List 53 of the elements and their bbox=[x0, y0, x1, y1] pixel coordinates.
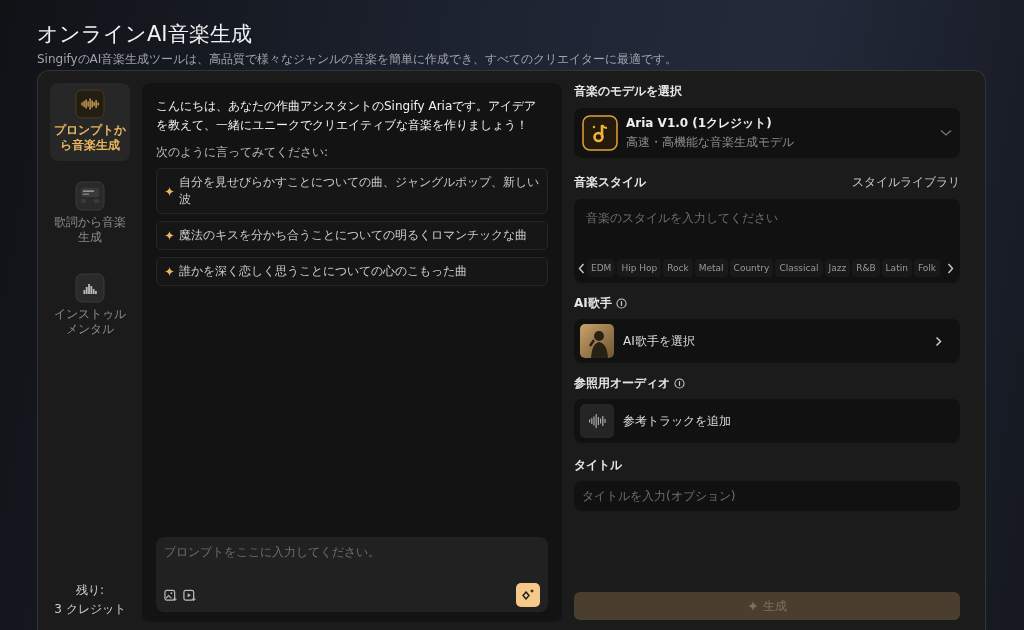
suggestion-chip[interactable]: 自分を見せびらかすことについての曲、ジャングルポップ、新しい波 bbox=[156, 168, 548, 215]
model-select[interactable]: Aria V1.0 (1クレジット) 高速・高機能な音楽生成モデル bbox=[574, 108, 960, 158]
prompt-input[interactable]: プロンプトをここに入力してください。 bbox=[164, 545, 540, 559]
mode-tab[interactable]: 歌詞から音楽生成 bbox=[50, 175, 130, 253]
genre-chip[interactable]: Folk bbox=[913, 259, 940, 277]
mode-tab[interactable]: インストゥルメンタル bbox=[50, 267, 130, 345]
genre-chip[interactable]: Latin bbox=[881, 259, 912, 277]
assistant-greeting: こんにちは、あなたの作曲アシスタントのSingify Ariaです。アイデアを教えて、一緒にユニークでクリエイティブな音楽を作りましょう！ bbox=[156, 98, 538, 135]
singer-section-label: AI歌手 bbox=[574, 295, 612, 312]
singer-select[interactable]: AI歌手を選択 bbox=[574, 319, 960, 363]
suggestion-intro: 次のように言ってみてください: bbox=[156, 144, 330, 162]
music-note-icon bbox=[582, 115, 618, 151]
video-upload-icon[interactable] bbox=[183, 588, 196, 602]
scroll-left-icon[interactable] bbox=[578, 262, 585, 274]
info-icon[interactable] bbox=[615, 298, 627, 309]
equalizer-icon bbox=[75, 273, 105, 303]
genre-chip[interactable]: Jazz bbox=[824, 259, 851, 277]
sparkle-icon bbox=[165, 186, 174, 196]
genre-chip[interactable]: EDM bbox=[587, 259, 616, 277]
page-subtitle: SingifyのAI音楽生成ツールは、高品質で様々なジャンルの音楽を簡単に作成でき、すべてのクリエイターに最適です。 bbox=[37, 51, 679, 68]
add-reference-track[interactable]: 参考トラックを追加 bbox=[574, 399, 960, 443]
model-section-label: 音楽のモデルを選択 bbox=[574, 83, 683, 100]
sparkle-icon bbox=[165, 231, 174, 241]
genre-chip[interactable]: Hip Hop bbox=[617, 259, 662, 277]
genre-chip[interactable]: Metal bbox=[694, 259, 728, 277]
style-input[interactable]: 音楽のスタイルを入力してください bbox=[586, 211, 954, 225]
reference-audio-label: 参照用オーディオ bbox=[574, 375, 670, 392]
credits-amount: 3 クレジット bbox=[54, 601, 126, 618]
title-field[interactable]: タイトルを入力(オプション) bbox=[574, 481, 960, 511]
waveform-icon bbox=[75, 89, 105, 119]
scroll-right-icon[interactable] bbox=[947, 262, 954, 274]
suggestion-chip[interactable]: 誰かを深く恋しく思うことについての心のこもった曲 bbox=[156, 257, 548, 287]
style-section-label: 音楽スタイル bbox=[574, 174, 646, 191]
image-upload-icon[interactable] bbox=[164, 588, 177, 602]
sparkle-icon bbox=[165, 267, 174, 277]
sparkle-icon bbox=[747, 601, 758, 611]
chevron-right-icon bbox=[935, 335, 942, 347]
genre-chip[interactable]: Country bbox=[729, 259, 774, 277]
credits-label: 残り: bbox=[75, 582, 104, 599]
mode-tab[interactable]: プロンプトから音楽生成 bbox=[50, 83, 130, 161]
genre-chip[interactable]: Rock bbox=[663, 259, 693, 277]
singer-silhouette-icon bbox=[580, 324, 614, 358]
page-title: オンラインAI音楽生成 bbox=[37, 21, 253, 48]
magic-prompt-button[interactable] bbox=[516, 583, 540, 607]
suggestion-chip[interactable]: 魔法のキスを分かち合うことについての明るくロマンチックな曲 bbox=[156, 221, 548, 251]
lyrics-card-icon bbox=[75, 181, 105, 211]
style-library-link[interactable]: スタイルライブラリ bbox=[852, 174, 960, 191]
genre-chip[interactable]: Classical bbox=[775, 259, 823, 277]
waveform-icon bbox=[580, 404, 614, 438]
info-icon[interactable] bbox=[674, 378, 685, 389]
title-section-label: タイトル bbox=[574, 457, 623, 474]
chevron-down-icon bbox=[940, 129, 952, 137]
genre-chip[interactable]: R&B bbox=[852, 259, 880, 277]
